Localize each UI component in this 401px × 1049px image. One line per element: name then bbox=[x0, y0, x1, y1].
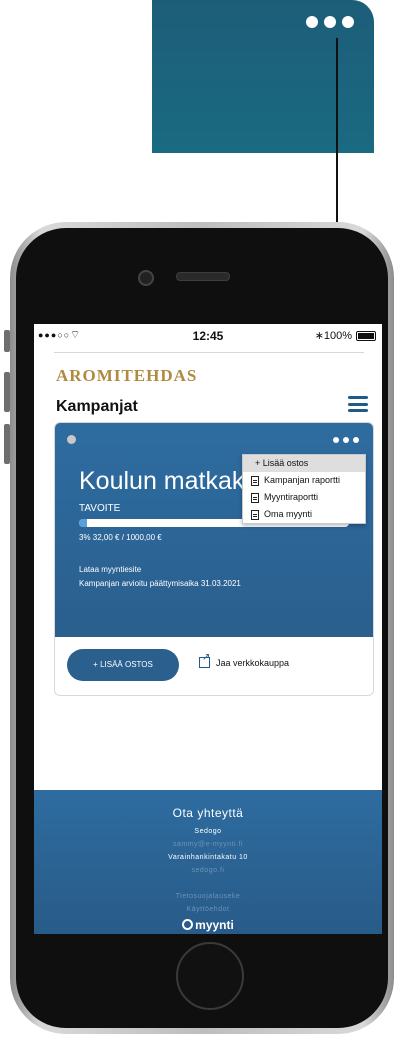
status-dot-icon bbox=[67, 435, 76, 444]
document-icon bbox=[251, 492, 259, 503]
footer-company: Sedogo bbox=[194, 828, 222, 835]
menu-item-own-sales[interactable]: Oma myynti bbox=[243, 506, 365, 523]
home-button[interactable] bbox=[176, 942, 244, 1010]
menu-item-add-purchase[interactable]: + Lisää ostos bbox=[243, 455, 365, 472]
share-webshop-label: Jaa verkkokauppa bbox=[216, 657, 290, 668]
menu-item-campaign-report[interactable]: Kampanjan raportti bbox=[243, 472, 365, 489]
menu-item-sales-report[interactable]: Myyntiraportti bbox=[243, 489, 365, 506]
battery-icon bbox=[356, 331, 376, 341]
status-bar: ●●●○○ ⌔ 12:45 ∗ 100% bbox=[34, 324, 382, 346]
campaign-title: Koulun matkaka bbox=[79, 467, 259, 495]
footer-privacy-link[interactable]: Tietosuojalauseke bbox=[34, 893, 382, 900]
mute-switch bbox=[4, 330, 10, 352]
goal-label: TAVOITE bbox=[79, 503, 121, 514]
hamburger-icon[interactable] bbox=[348, 396, 368, 412]
download-brochure-link[interactable]: Lataa myyntiesite bbox=[79, 565, 141, 574]
more-options-icon-zoomed bbox=[306, 16, 354, 28]
front-camera bbox=[138, 270, 154, 286]
menu-item-label: + Lisää ostos bbox=[255, 458, 309, 468]
menu-item-label: Kampanjan raportti bbox=[264, 475, 341, 485]
header-divider bbox=[54, 352, 364, 353]
goal-progress-fill bbox=[79, 519, 88, 527]
brand-logo[interactable]: AROMITEHDAS bbox=[56, 366, 197, 386]
site-footer: Ota yhteyttä Sedogo sammy@e-myynti.fi Va… bbox=[34, 790, 382, 934]
zoom-callout bbox=[152, 0, 374, 153]
menu-item-label: Oma myynti bbox=[264, 509, 313, 519]
more-options-icon[interactable] bbox=[333, 437, 359, 443]
bluetooth-icon: ∗ bbox=[314, 330, 324, 342]
options-dropdown-menu: + Lisää ostos Kampanjan raportti Myyntir… bbox=[242, 454, 366, 524]
footer-heading: Ota yhteyttä bbox=[172, 806, 244, 820]
phone-screen: ●●●○○ ⌔ 12:45 ∗ 100% AROMITEHDAS Kampanj… bbox=[34, 324, 382, 934]
page-title: Kampanjat bbox=[56, 398, 138, 415]
document-icon bbox=[251, 509, 259, 520]
battery-percentage: 100% bbox=[323, 330, 352, 342]
share-webshop-link[interactable]: Jaa verkkokauppa bbox=[199, 652, 290, 668]
footer-address: Varainhankintakatu 10 bbox=[168, 854, 248, 861]
volume-down-button bbox=[4, 424, 10, 464]
myynti-logo-icon bbox=[182, 919, 194, 930]
add-purchase-button[interactable]: + LISÄÄ OSTOS bbox=[67, 649, 179, 681]
document-icon bbox=[251, 475, 259, 486]
campaign-end-date: Kampanjan arvioitu päättymisaika 31.03.2… bbox=[79, 579, 241, 588]
footer-terms-link[interactable]: Käyttöehdot bbox=[34, 906, 382, 913]
volume-up-button bbox=[4, 372, 10, 412]
external-link-icon bbox=[199, 652, 210, 668]
myynti-logo: myynti bbox=[34, 918, 382, 932]
footer-email-link[interactable]: sammy@e-myynti.fi bbox=[34, 841, 382, 848]
menu-item-label: Myyntiraportti bbox=[264, 492, 319, 502]
footer-website-link[interactable]: sedogo.fi bbox=[34, 867, 382, 874]
earpiece-speaker bbox=[176, 272, 230, 281]
progress-text: 3% 32,00 € / 1000,00 € bbox=[79, 533, 162, 542]
myynti-logo-text: myynti bbox=[195, 918, 234, 932]
